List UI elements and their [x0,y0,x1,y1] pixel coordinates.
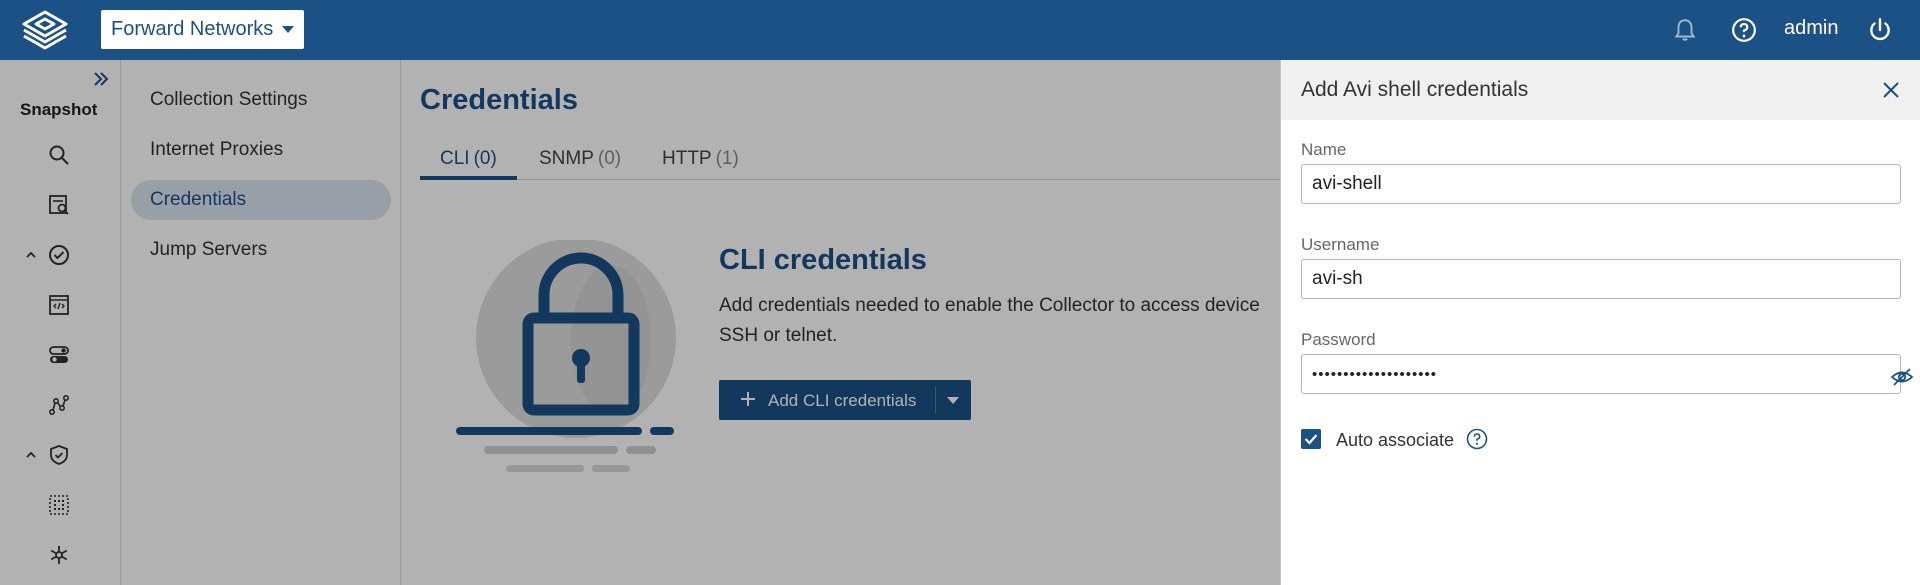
eye-off-icon[interactable] [1890,367,1914,387]
chevron-down-icon [282,26,294,33]
password-field[interactable]: •••••••••••••••••••• [1301,354,1914,394]
add-credentials-panel: Add Avi shell credentials Name avi-shell… [1280,60,1920,585]
bell-icon[interactable] [1672,17,1698,43]
password-value: •••••••••••••••••••• [1312,365,1438,383]
help-circle-icon[interactable] [1466,428,1488,450]
top-bar: Forward Networks admin [0,0,1920,60]
user-menu[interactable]: admin [1784,17,1838,40]
modal-backdrop[interactable] [0,60,1280,585]
auto-associate-label: Auto associate [1336,430,1455,450]
name-field[interactable]: avi-shell [1301,164,1901,204]
password-label: Password [1301,330,1376,349]
username-field[interactable]: avi-sh [1301,259,1901,299]
logo-icon[interactable] [18,9,72,51]
auto-associate-checkbox[interactable] [1301,429,1321,449]
name-label: Name [1301,140,1347,159]
panel-title: Add Avi shell credentials [1301,78,1529,101]
name-value: avi-shell [1312,173,1382,194]
help-circle-icon[interactable] [1731,17,1757,43]
username-value: avi-sh [1312,268,1363,289]
power-icon[interactable] [1867,17,1893,43]
workspace-label: Forward Networks [111,18,274,40]
username-label: Username [1301,235,1380,254]
workspace-selector[interactable]: Forward Networks [101,10,304,49]
close-icon[interactable] [1881,80,1901,100]
panel-header: Add Avi shell credentials [1281,60,1920,120]
